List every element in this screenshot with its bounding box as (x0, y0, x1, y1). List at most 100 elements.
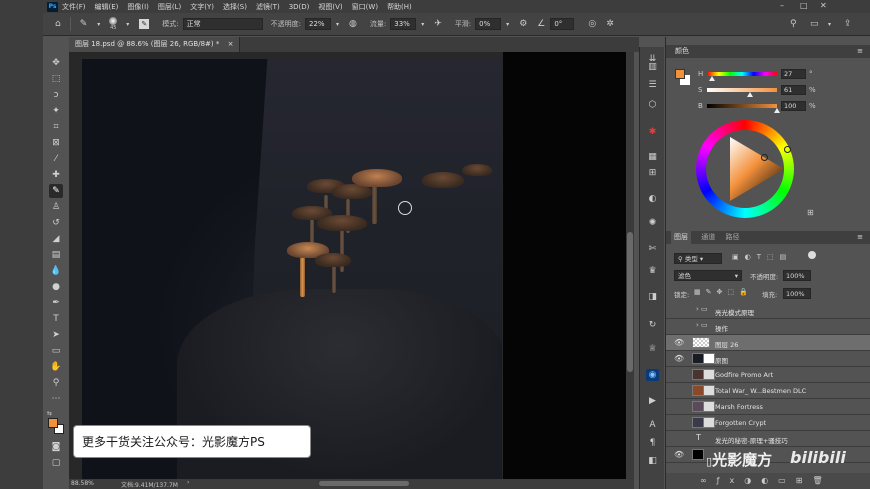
character-icon[interactable]: A (646, 419, 659, 431)
search-icon[interactable]: ⚲ (790, 19, 797, 29)
maximize-icon[interactable]: □ (800, 1, 808, 10)
saturation-field[interactable]: 61 (781, 85, 806, 95)
visibility-eye-icon[interactable]: 👁 (674, 450, 684, 459)
layer-row[interactable]: › ▭ 操作 (666, 319, 870, 335)
dodge-tool-icon[interactable]: ● (49, 280, 63, 294)
color-foreground-swatch[interactable] (675, 69, 685, 79)
play-icon[interactable]: ▶ (646, 395, 659, 407)
blur-tool-icon[interactable]: 💧 (49, 264, 63, 278)
fill-field[interactable]: 100% (783, 288, 811, 299)
chevron-right-icon[interactable]: › (187, 479, 189, 486)
grid-icon[interactable]: ⊞ (646, 167, 659, 179)
hue-slider[interactable] (707, 72, 777, 81)
zoom-level[interactable]: 88.58% (71, 480, 94, 487)
tab-paths[interactable]: 路径 (725, 233, 739, 241)
visibility-eye-icon[interactable]: 👁 (674, 354, 684, 363)
brushes-icon[interactable]: ✄ (646, 243, 659, 255)
horizontal-scroll-thumb[interactable] (319, 481, 409, 486)
layer-opacity-field[interactable]: 100% (783, 270, 811, 281)
patterns-icon[interactable]: ✺ (646, 217, 659, 229)
history-brush-icon[interactable]: ↺ (49, 216, 63, 230)
foreground-color-swatch[interactable] (48, 418, 58, 428)
angle-field[interactable]: 0° (550, 18, 575, 30)
hue-field[interactable]: 27 (781, 69, 806, 79)
close-tab-icon[interactable]: × (228, 40, 234, 48)
menu-help[interactable]: 帮助(H) (387, 2, 412, 12)
chevron-down-icon[interactable]: ▾ (126, 21, 129, 28)
layer-row[interactable]: Godfire Promo Art (666, 367, 870, 383)
chevron-down-icon[interactable]: ▾ (336, 21, 339, 28)
layer-row[interactable]: Total War_ W...Bestmen DLC (666, 383, 870, 399)
hue-ring-marker[interactable] (784, 146, 791, 153)
screen-mode-icon[interactable]: ▢ (49, 456, 63, 470)
pressure-opacity-icon[interactable]: ◍ (349, 19, 357, 29)
blend-mode-select[interactable]: 滤色 ▾ (674, 270, 742, 281)
3d-cube-icon[interactable]: ⬡ (646, 99, 659, 111)
opacity-field[interactable]: 22% (305, 18, 332, 30)
brightness-slider[interactable] (707, 104, 780, 113)
eraser-icon[interactable]: ◢ (49, 232, 63, 246)
glyphs-icon[interactable]: ◧ (646, 455, 659, 467)
brush-tool-icon[interactable]: ✎ (80, 19, 88, 29)
move-tool-icon[interactable]: ✥ (49, 56, 63, 70)
chevron-down-icon[interactable]: ▾ (828, 21, 831, 28)
chevron-down-icon[interactable]: ▾ (506, 21, 509, 28)
layer-filter-select[interactable]: ⚲ 类型 ▾ (674, 253, 722, 264)
layer-row[interactable]: T 发光的秘密-原理+骚技巧 (666, 431, 870, 447)
menu-edit[interactable]: 编辑(E) (95, 2, 119, 12)
minimize-icon[interactable]: – (780, 1, 784, 10)
smoothing-gear-icon[interactable]: ⚙ (519, 19, 527, 29)
mode-select[interactable]: 正常 (182, 18, 263, 30)
add-swatch-icon[interactable]: ⊞ (807, 208, 814, 217)
menu-filter[interactable]: 滤镜(T) (256, 2, 280, 12)
chevron-down-icon[interactable]: ▾ (421, 21, 424, 28)
color-lookup-icon[interactable]: ✱ (646, 126, 659, 138)
panel-menu-icon[interactable]: ≡ (857, 45, 863, 58)
marquee-tool-icon[interactable]: ⬚ (49, 72, 63, 86)
layer-row[interactable]: Forgotten Crypt (666, 415, 870, 431)
menu-3d[interactable]: 3D(D) (289, 3, 310, 11)
layer-row[interactable]: 👁 原图 (666, 351, 870, 367)
menu-view[interactable]: 视图(V) (318, 2, 342, 12)
healing-brush-icon[interactable]: ✚ (49, 168, 63, 182)
eyedropper-icon[interactable]: ⁄ (49, 152, 63, 166)
layer-row[interactable]: Marsh Fortress (666, 399, 870, 415)
brush-settings-icon[interactable]: ✎ (139, 19, 150, 29)
menu-file[interactable]: 文件(F) (62, 2, 86, 12)
symmetry-icon[interactable]: ✲ (606, 19, 614, 29)
tab-layers[interactable]: 图层 (671, 231, 691, 244)
layer-row-selected[interactable]: 👁 图层 26 (666, 335, 870, 351)
brush-tool-icon[interactable]: ✎ (49, 184, 63, 198)
vertical-scrollbar[interactable] (626, 52, 634, 479)
gradient-icon[interactable]: ◐ (646, 193, 659, 205)
airbrush-icon[interactable]: ✈ (434, 19, 442, 29)
tab-channels[interactable]: 通道 (701, 233, 715, 241)
paragraph-icon[interactable]: ¶ (646, 437, 659, 449)
saturation-slider[interactable] (707, 88, 777, 97)
smooth-field[interactable]: 0% (475, 18, 502, 30)
menu-select[interactable]: 选择(S) (223, 2, 247, 12)
vertical-scroll-thumb[interactable] (627, 232, 633, 372)
clone-stamp-icon[interactable]: ♙ (49, 200, 63, 214)
zoom-tool-icon[interactable]: ⚲ (49, 376, 63, 390)
magic-wand-icon[interactable]: ✦ (49, 104, 63, 118)
swap-colors-icon[interactable]: ⇆ (47, 410, 52, 417)
color-panel-title[interactable]: 颜色 (675, 47, 689, 55)
crop-tool-icon[interactable]: ⌗ (49, 120, 63, 134)
history-icon[interactable]: ▥ (646, 61, 659, 73)
menu-type[interactable]: 文字(Y) (190, 2, 214, 12)
type-tool-icon[interactable]: T (49, 312, 63, 326)
visibility-eye-icon[interactable]: 👁 (674, 338, 684, 347)
artwork-image[interactable] (82, 59, 502, 479)
pen-tool-icon[interactable]: ✒ (49, 296, 63, 310)
saturation-slider-knob[interactable] (746, 92, 753, 97)
filter-toggle-icon[interactable] (808, 251, 816, 259)
brightness-field[interactable]: 100 (781, 101, 806, 111)
path-select-icon[interactable]: ➤ (49, 328, 63, 342)
filter-icons[interactable]: ▣◐T⬚▤ (732, 253, 792, 261)
workspace-icon[interactable]: ▭ (810, 19, 819, 29)
layer-row[interactable]: › ▭ 亮光模式原理 (666, 303, 870, 319)
pressure-size-icon[interactable]: ◎ (588, 19, 596, 29)
quick-mask-icon[interactable]: ◙ (49, 440, 63, 454)
rectangle-tool-icon[interactable]: ▭ (49, 344, 63, 358)
